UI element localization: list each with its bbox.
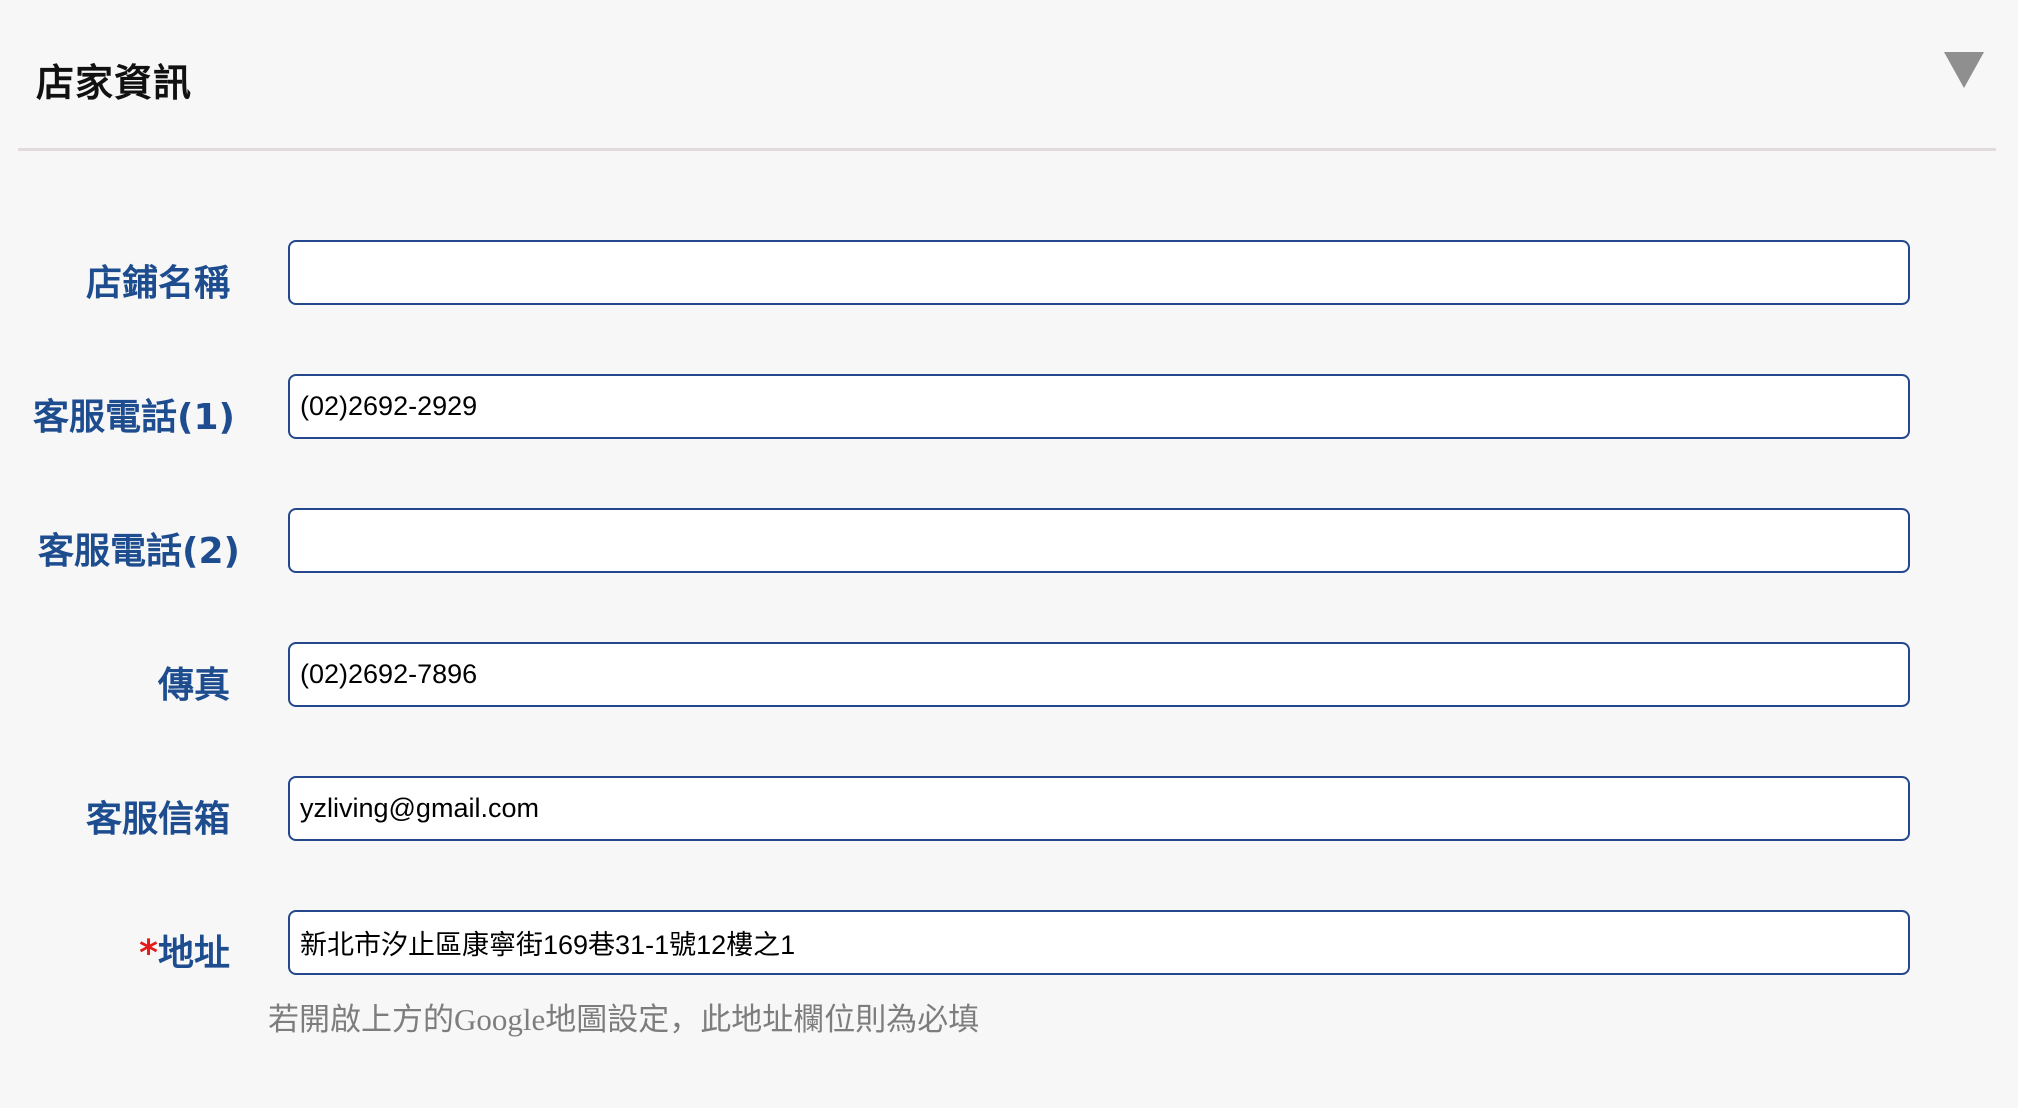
form-row-phone2: 客服電話(2) (0, 508, 2018, 578)
panel-title: 店家資訊 (36, 61, 193, 105)
triangle-down-icon (1944, 52, 1984, 88)
phone2-input[interactable] (288, 508, 1910, 573)
store-name-label: 店鋪名稱 (85, 263, 230, 304)
fax-input[interactable] (288, 642, 1910, 707)
form-row-phone1: 客服電話(1) (0, 374, 2018, 444)
store-info-panel-header: 店家資訊 (18, 0, 1996, 151)
form-row-store-name: 店鋪名稱 (0, 240, 2018, 310)
store-name-input[interactable] (288, 240, 1910, 305)
phone2-label: 客服電話(2) (38, 531, 240, 572)
fax-label: 傳真 (157, 665, 230, 706)
form-row-address: *地址 (0, 910, 2018, 980)
email-label: 客服信箱 (85, 799, 230, 840)
phone1-input[interactable] (288, 374, 1910, 439)
required-asterisk: * (139, 933, 158, 974)
phone1-label: 客服電話(1) (33, 397, 235, 438)
address-label: *地址 (139, 924, 230, 976)
form-row-email: 客服信箱 (0, 776, 2018, 846)
collapse-toggle-button[interactable] (1942, 50, 2002, 110)
address-help-text: 若開啟上方的Google地圖設定，此地址欄位則為必填 (268, 1002, 980, 1037)
form-row-fax: 傳真 (0, 642, 2018, 712)
address-input[interactable] (288, 910, 1910, 975)
address-label-text: 地址 (157, 933, 230, 974)
email-input[interactable] (288, 776, 1910, 841)
